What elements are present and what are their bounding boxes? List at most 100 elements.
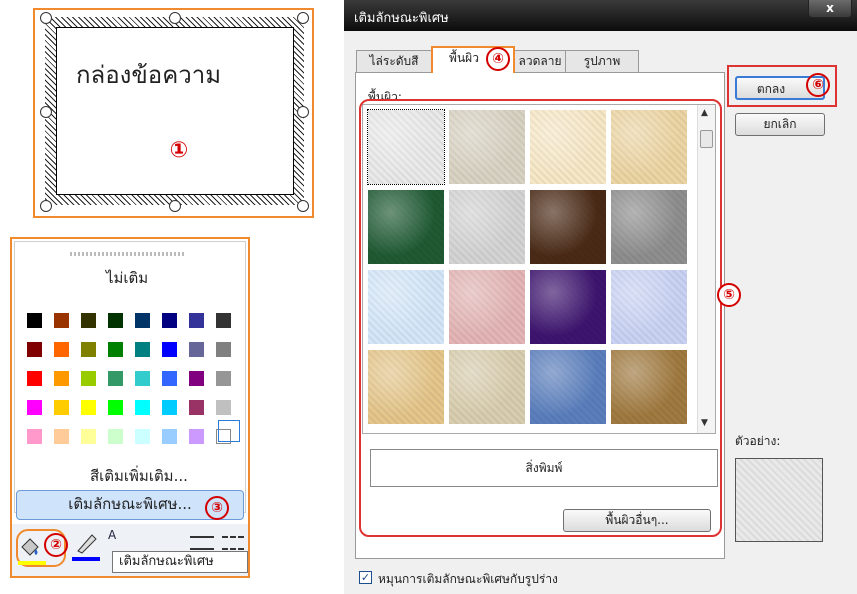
tab-picture[interactable]: รูปภาพ bbox=[565, 50, 639, 72]
color-swatch[interactable] bbox=[216, 400, 231, 415]
rotate-fill-checkbox[interactable]: ✓ bbox=[359, 571, 372, 584]
color-swatch[interactable] bbox=[189, 313, 204, 328]
texture-tile[interactable] bbox=[449, 110, 525, 184]
color-swatch[interactable] bbox=[81, 400, 96, 415]
color-swatch[interactable] bbox=[162, 313, 177, 328]
textbox-text[interactable]: กล่องข้อความ bbox=[76, 55, 221, 94]
texture-tile[interactable] bbox=[368, 350, 444, 424]
texture-tile[interactable] bbox=[611, 350, 687, 424]
texture-tile[interactable] bbox=[530, 110, 606, 184]
color-swatch[interactable] bbox=[27, 371, 42, 386]
color-swatch[interactable] bbox=[54, 313, 69, 328]
color-swatch[interactable] bbox=[162, 342, 177, 357]
scrollbar-thumb[interactable] bbox=[700, 130, 713, 148]
color-swatch[interactable] bbox=[108, 371, 123, 386]
step-2-marker: ② bbox=[44, 533, 68, 557]
step-3-marker: ③ bbox=[205, 496, 229, 520]
fill-color-bar bbox=[18, 561, 46, 565]
color-swatch[interactable] bbox=[54, 429, 69, 444]
close-button[interactable]: x bbox=[808, 0, 852, 18]
color-swatch[interactable] bbox=[135, 313, 150, 328]
color-swatch[interactable] bbox=[162, 371, 177, 386]
color-swatch[interactable] bbox=[135, 342, 150, 357]
color-swatch[interactable] bbox=[108, 400, 123, 415]
color-swatch[interactable] bbox=[135, 371, 150, 386]
texture-tile[interactable] bbox=[530, 350, 606, 424]
step-6-marker: ⑥ bbox=[806, 73, 830, 97]
texture-tile[interactable] bbox=[449, 350, 525, 424]
texture-tile[interactable] bbox=[611, 190, 687, 264]
color-swatch[interactable] bbox=[216, 313, 231, 328]
color-swatch[interactable] bbox=[27, 400, 42, 415]
tab-gradient[interactable]: ไล่ระดับสี bbox=[356, 50, 432, 72]
color-swatch[interactable] bbox=[81, 342, 96, 357]
ok-label: ตกลง bbox=[756, 82, 786, 96]
texture-tile[interactable] bbox=[449, 190, 525, 264]
resize-handle-bottom[interactable] bbox=[169, 200, 181, 212]
texture-tile[interactable] bbox=[368, 270, 444, 344]
resize-handle-tl[interactable] bbox=[40, 12, 52, 24]
color-swatch[interactable] bbox=[54, 371, 69, 386]
scroll-down-icon[interactable]: ▼ bbox=[701, 418, 708, 428]
menu-grip[interactable] bbox=[70, 252, 186, 256]
texture-tile[interactable] bbox=[611, 270, 687, 344]
color-swatch[interactable] bbox=[216, 342, 231, 357]
texture-tile[interactable] bbox=[367, 109, 445, 185]
resize-handle-top[interactable] bbox=[169, 12, 181, 24]
resize-handle-bl[interactable] bbox=[40, 200, 52, 212]
color-swatch[interactable] bbox=[162, 400, 177, 415]
texture-name-box: สิ่งพิมพ์ bbox=[370, 449, 718, 487]
color-swatch[interactable] bbox=[81, 313, 96, 328]
scroll-up-icon[interactable]: ▲ bbox=[701, 108, 708, 118]
sample-label: ตัวอย่าง: bbox=[735, 434, 781, 448]
tab-texture-label: พื้นผิว bbox=[449, 51, 479, 65]
color-swatch[interactable] bbox=[135, 400, 150, 415]
font-color-icon[interactable]: A bbox=[108, 528, 116, 542]
color-swatch[interactable] bbox=[81, 371, 96, 386]
tab-pattern[interactable]: ลวดลาย bbox=[514, 50, 566, 72]
texture-tile[interactable] bbox=[449, 270, 525, 344]
color-swatch[interactable] bbox=[108, 342, 123, 357]
step-4-marker: ④ bbox=[486, 47, 510, 71]
selected-swatch-frame bbox=[218, 420, 240, 442]
no-fill-option[interactable]: ไม่เติม bbox=[106, 266, 148, 290]
texture-scrollbar[interactable] bbox=[697, 105, 715, 433]
dash-style-icon[interactable] bbox=[222, 536, 244, 550]
line-style-icon[interactable] bbox=[190, 536, 214, 550]
other-texture-button[interactable]: พื้นผิวอื่นๆ... bbox=[563, 509, 711, 532]
color-swatch[interactable] bbox=[189, 400, 204, 415]
more-fill-colors-option[interactable]: สีเติมเพิ่มเติม... bbox=[90, 464, 188, 488]
color-swatch[interactable] bbox=[162, 429, 177, 444]
resize-handle-tr[interactable] bbox=[297, 12, 309, 24]
color-swatch[interactable] bbox=[54, 400, 69, 415]
color-swatch[interactable] bbox=[216, 371, 231, 386]
line-color-icon[interactable] bbox=[72, 531, 102, 561]
color-swatch[interactable] bbox=[27, 313, 42, 328]
sample-preview bbox=[735, 458, 823, 542]
color-swatch[interactable] bbox=[189, 342, 204, 357]
color-swatch[interactable] bbox=[54, 342, 69, 357]
texture-tile[interactable] bbox=[368, 190, 444, 264]
color-swatch[interactable] bbox=[27, 429, 42, 444]
resize-handle-left[interactable] bbox=[40, 106, 52, 118]
rotate-fill-label[interactable]: หมุนการเติมลักษณะพิเศษกับรูปร่าง bbox=[378, 570, 558, 589]
color-swatch[interactable] bbox=[135, 429, 150, 444]
color-swatch[interactable] bbox=[189, 371, 204, 386]
step-1-marker: ① bbox=[169, 138, 189, 163]
texture-tile[interactable] bbox=[611, 110, 687, 184]
dialog-title: เติมลักษณะพิเศษ bbox=[354, 11, 449, 26]
color-swatch[interactable] bbox=[189, 429, 204, 444]
paint-bucket-icon bbox=[21, 538, 39, 556]
texture-tile[interactable] bbox=[530, 190, 606, 264]
resize-handle-br[interactable] bbox=[297, 200, 309, 212]
fill-effects-label: เติมลักษณะพิเศษ... bbox=[68, 495, 192, 513]
color-swatch[interactable] bbox=[27, 342, 42, 357]
color-swatch[interactable] bbox=[108, 429, 123, 444]
resize-handle-right[interactable] bbox=[297, 106, 309, 118]
color-swatch[interactable] bbox=[81, 429, 96, 444]
fill-effects-tooltip: เติมลักษณะพิเศษ bbox=[112, 551, 248, 573]
cancel-button[interactable]: ยกเลิก bbox=[735, 113, 825, 136]
step-5-marker: ⑤ bbox=[717, 283, 741, 307]
color-swatch[interactable] bbox=[108, 313, 123, 328]
texture-tile[interactable] bbox=[530, 270, 606, 344]
